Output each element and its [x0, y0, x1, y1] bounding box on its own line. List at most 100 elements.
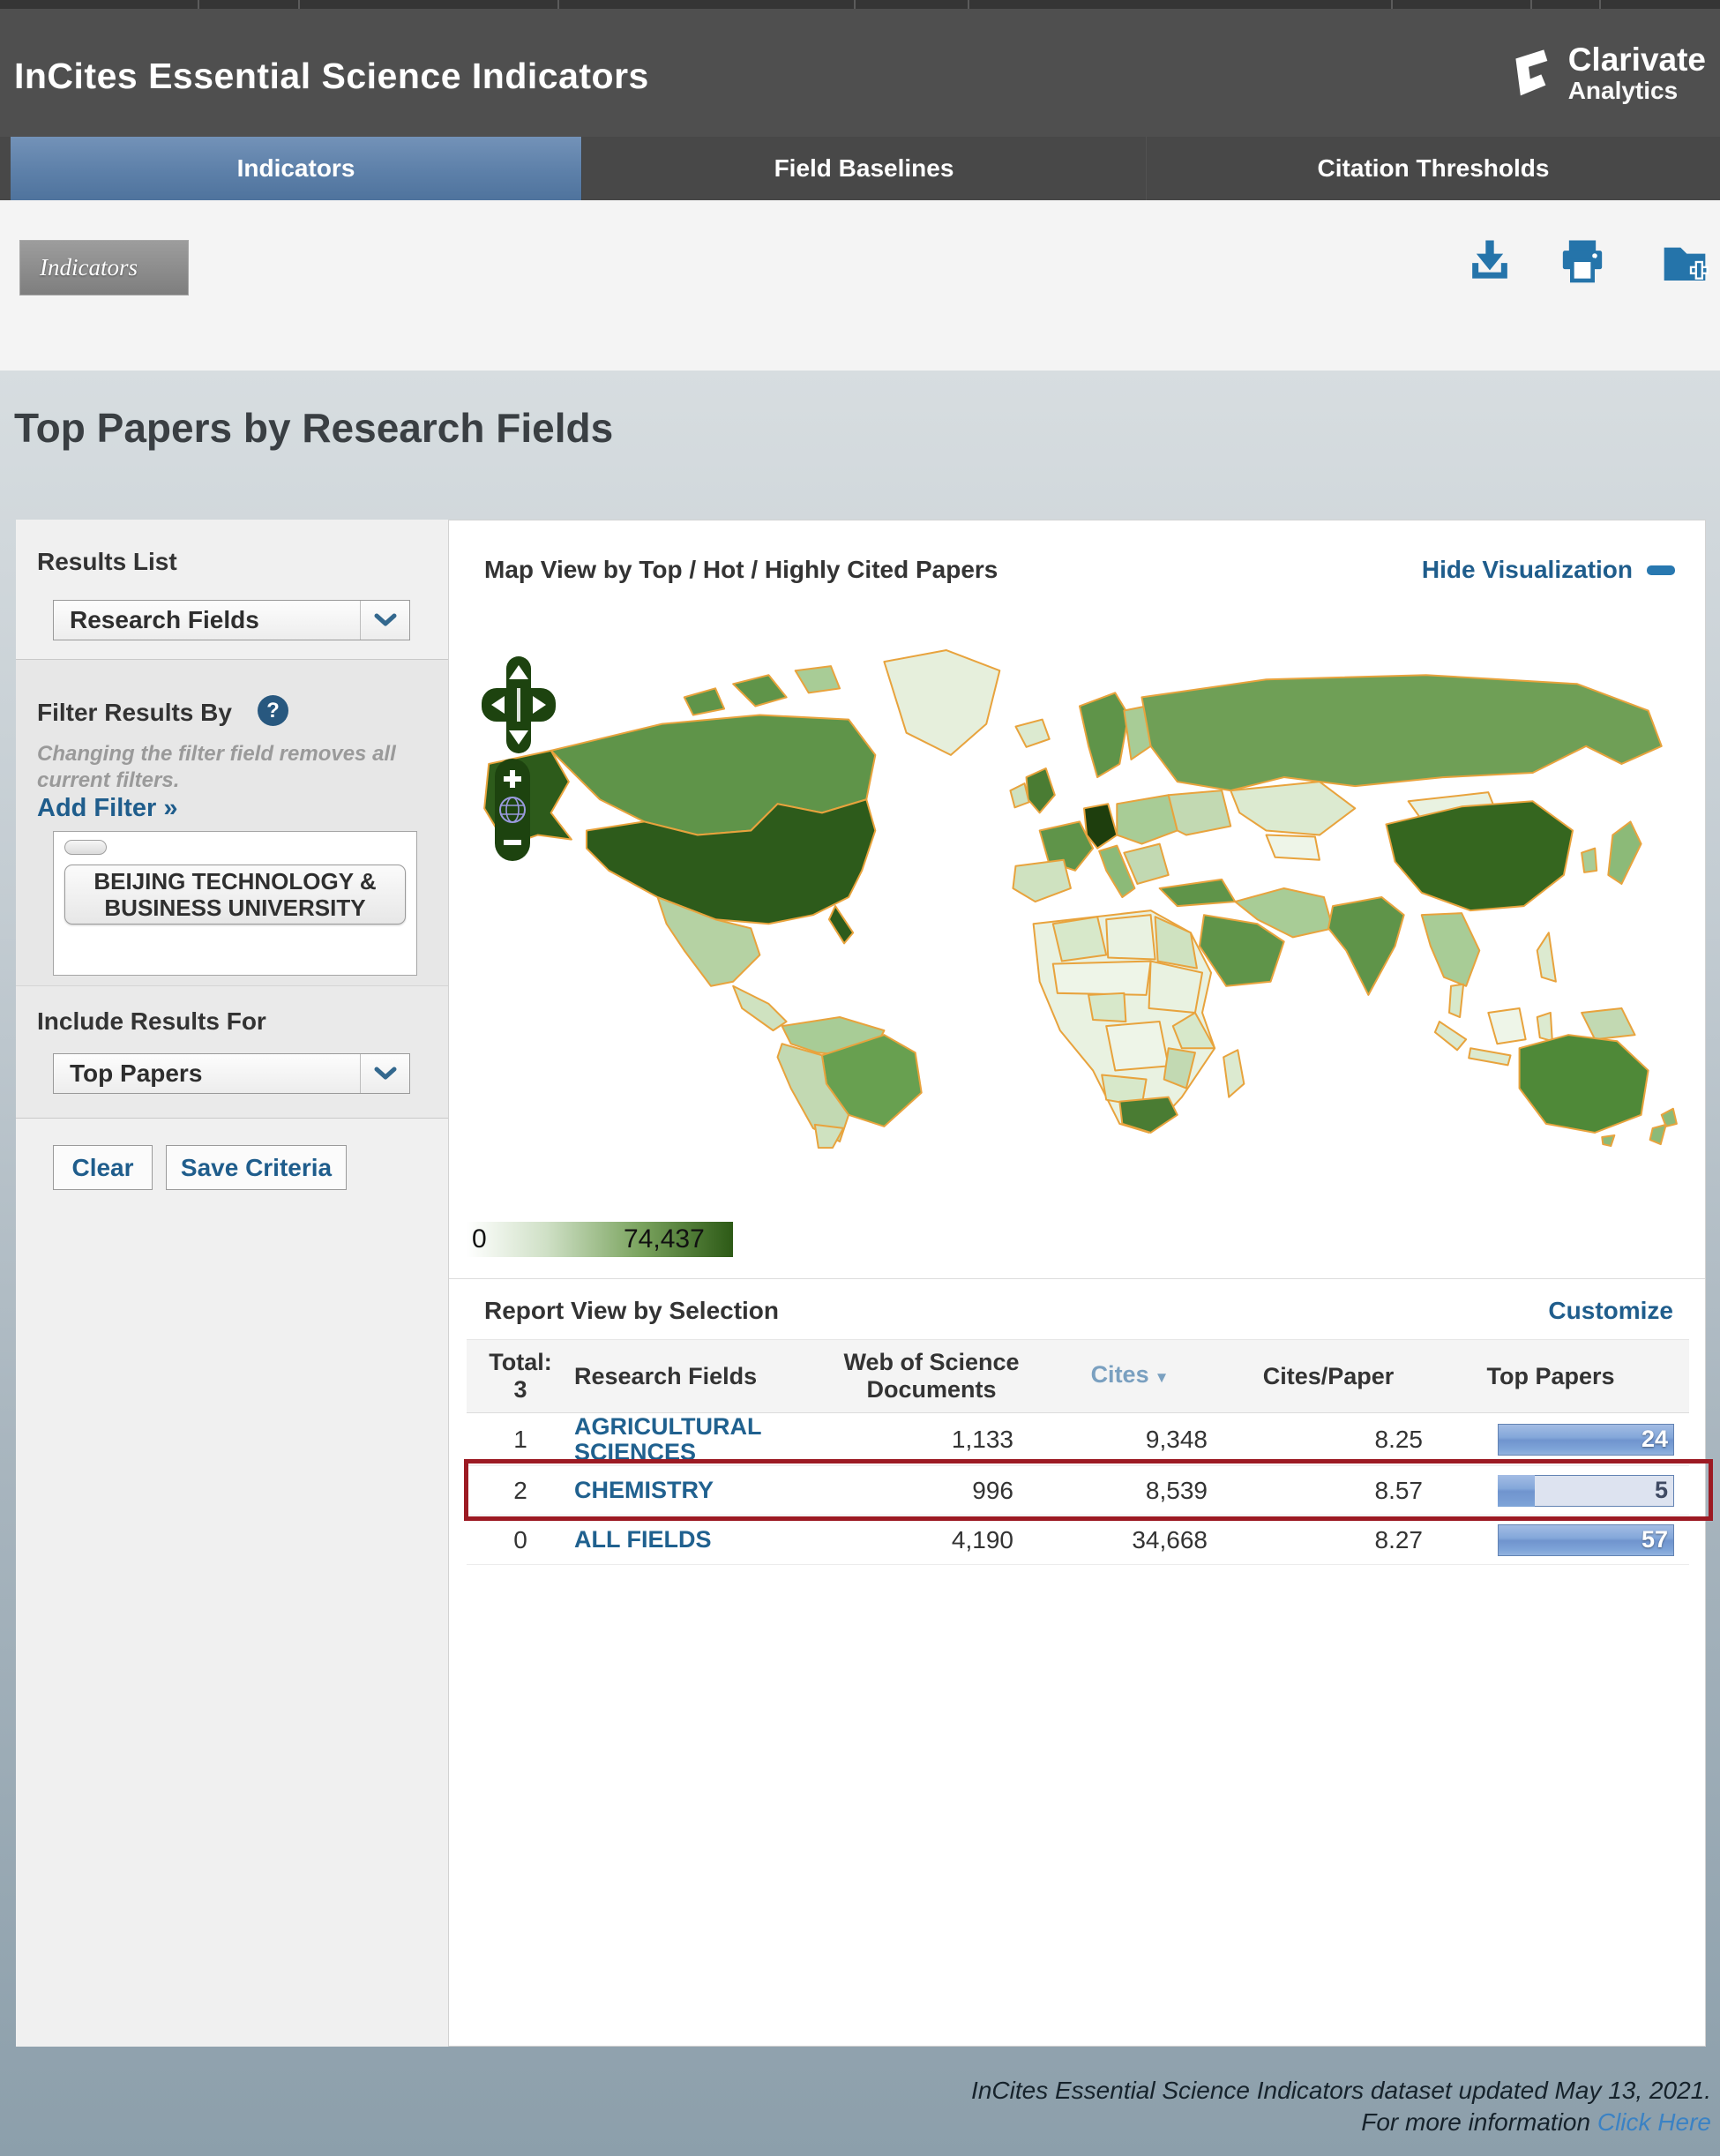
- clarivate-logo: Clarivate Analytics: [1508, 42, 1706, 104]
- total-value: 3: [513, 1376, 527, 1403]
- app-header: InCites Essential Science Indicators Cla…: [0, 9, 1720, 137]
- column-research-fields[interactable]: Research Fields: [574, 1363, 830, 1390]
- page-title: Top Papers by Research Fields: [14, 405, 614, 451]
- row-rank: 2: [513, 1476, 527, 1504]
- clear-button-label: Clear: [71, 1153, 134, 1181]
- row-cites: 8,539: [1145, 1476, 1208, 1504]
- table-header-row: Total: 3 Research Fields Web of Science …: [467, 1339, 1689, 1413]
- filter-heading: Filter Results By: [37, 699, 232, 726]
- include-results-value: Top Papers: [70, 1059, 203, 1087]
- table-row-highlighted: 2 CHEMISTRY 996 8,539 8.57 5: [467, 1466, 1689, 1516]
- esi-application-window: InCites Essential Science Indicators Cla…: [0, 0, 1720, 2156]
- legend-max: 74,437: [624, 1224, 705, 1254]
- bar-value: 24: [1641, 1425, 1668, 1452]
- hide-visualization-link[interactable]: Hide Visualization: [1422, 556, 1675, 584]
- save-criteria-button[interactable]: Save Criteria: [166, 1145, 347, 1190]
- row-cites: 34,668: [1132, 1525, 1208, 1553]
- logo-line2: Analytics: [1567, 77, 1679, 104]
- row-cites-paper: 8.27: [1374, 1525, 1424, 1553]
- field-link-all-fields[interactable]: ALL FIELDS: [574, 1527, 830, 1553]
- total-count: Total: 3: [467, 1349, 574, 1404]
- minus-icon: [1647, 565, 1675, 575]
- help-glyph: ?: [266, 698, 280, 722]
- map-zoom-control[interactable]: [495, 759, 530, 861]
- filter-item-button[interactable]: BEIJING TECHNOLOGY & BUSINESS UNIVERSITY: [64, 865, 406, 925]
- clarivate-logo-icon: [1515, 49, 1547, 96]
- column-wos-documents[interactable]: Web of Science Documents: [830, 1349, 1033, 1404]
- filter-section: Filter Results By ? Changing the filter …: [16, 659, 448, 985]
- table-row: 0 ALL FIELDS 4,190 34,668 8.27 57: [467, 1516, 1689, 1565]
- sort-desc-icon: ▼: [1154, 1369, 1170, 1386]
- filter-note-line1: Changing the filter field removes all: [37, 742, 396, 766]
- tab-citation-thresholds[interactable]: Citation Thresholds: [1147, 137, 1720, 200]
- field-link-agricultural-sciences[interactable]: AGRICULTURAL SCIENCES: [574, 1413, 830, 1465]
- tab-indicators-label: Indicators: [236, 154, 355, 182]
- more-info-text: For more information: [1361, 2108, 1597, 2136]
- column-cites-per-paper[interactable]: Cites/Paper: [1227, 1363, 1430, 1390]
- footer-note: InCites Essential Science Indicators dat…: [971, 2075, 1711, 2138]
- section-divider: [449, 1278, 1705, 1279]
- world-map-svg: [483, 649, 1678, 1149]
- print-icon[interactable]: [1558, 237, 1607, 287]
- field-link-chemistry[interactable]: CHEMISTRY: [574, 1478, 830, 1503]
- report-table: Total: 3 Research Fields Web of Science …: [467, 1339, 1689, 1565]
- bar-value: 5: [1654, 1476, 1668, 1503]
- row-cites-paper: 8.25: [1374, 1425, 1424, 1453]
- tab-indicators[interactable]: Indicators: [11, 137, 581, 200]
- chevron-down-icon: [360, 1054, 409, 1093]
- top-papers-bar: 24: [1498, 1423, 1674, 1456]
- active-filter-box: BEIJING TECHNOLOGY & BUSINESS UNIVERSITY: [53, 831, 417, 976]
- filter-note-line2: current filters.: [37, 768, 180, 792]
- column-top-papers[interactable]: Top Papers: [1430, 1363, 1671, 1390]
- breadcrumb[interactable]: Indicators: [19, 240, 189, 296]
- top-papers-bar: 57: [1498, 1523, 1674, 1556]
- folder-add-icon[interactable]: [1660, 237, 1709, 287]
- cites-label: Cites: [1090, 1361, 1149, 1388]
- table-row: 1 AGRICULTURAL SCIENCES 1,133 9,348 8.25…: [467, 1413, 1689, 1466]
- chevron-down-icon: [360, 601, 409, 640]
- customize-link[interactable]: Customize: [1548, 1297, 1673, 1325]
- tab-field-baselines[interactable]: Field Baselines: [581, 137, 1147, 200]
- total-label: Total:: [489, 1349, 552, 1375]
- map-legend: 0 74,437: [467, 1222, 733, 1257]
- bar-value: 57: [1641, 1525, 1668, 1553]
- save-criteria-label: Save Criteria: [180, 1153, 333, 1181]
- help-icon[interactable]: ?: [258, 695, 288, 726]
- filters-sidebar: Results List Research Fields Filter Resu…: [16, 520, 448, 2047]
- row-wos: 996: [972, 1476, 1013, 1504]
- column-cites-sorted[interactable]: Cites ▼: [1033, 1361, 1227, 1391]
- click-here-link[interactable]: Click Here: [1597, 2108, 1711, 2136]
- tab-field-baselines-label: Field Baselines: [774, 154, 954, 182]
- sidebar-actions-section: Clear Save Criteria: [16, 1118, 448, 2047]
- hide-visualization-label: Hide Visualization: [1421, 556, 1633, 583]
- main-panel: Map View by Top / Hot / Highly Cited Pap…: [448, 520, 1706, 2047]
- report-view-title: Report View by Selection: [484, 1297, 780, 1324]
- results-list-value: Research Fields: [70, 606, 259, 633]
- breadcrumb-label: Indicators: [40, 254, 138, 281]
- row-rank: 0: [513, 1525, 527, 1553]
- row-wos: 4,190: [951, 1525, 1013, 1553]
- map-view-title: Map View by Top / Hot / Highly Cited Pap…: [484, 556, 998, 583]
- world-choropleth-map[interactable]: [467, 619, 1693, 1166]
- download-icon[interactable]: [1465, 237, 1514, 287]
- row-cites: 9,348: [1145, 1425, 1208, 1453]
- dataset-updated-text: InCites Essential Science Indicators dat…: [971, 2077, 1711, 2104]
- include-results-label: Include Results For: [37, 1007, 266, 1035]
- row-rank: 1: [513, 1425, 527, 1453]
- app-title: InCites Essential Science Indicators: [14, 56, 649, 96]
- add-filter-link[interactable]: Add Filter »: [37, 794, 178, 823]
- results-list-select[interactable]: Research Fields: [53, 600, 410, 640]
- row-cites-paper: 8.57: [1374, 1476, 1424, 1504]
- window-top-strip: [0, 0, 1720, 9]
- include-results-section: Include Results For Top Papers: [16, 985, 448, 1118]
- legend-min: 0: [472, 1224, 487, 1254]
- primary-tabbar: Indicators Field Baselines Citation Thre…: [0, 137, 1720, 200]
- row-wos: 1,133: [951, 1425, 1013, 1453]
- map-pan-control[interactable]: [482, 656, 556, 753]
- filter-handle[interactable]: [64, 840, 107, 855]
- toolbar-band: Indicators: [0, 200, 1720, 371]
- include-results-select[interactable]: Top Papers: [53, 1053, 410, 1094]
- tab-citation-thresholds-label: Citation Thresholds: [1317, 154, 1550, 182]
- clear-button[interactable]: Clear: [53, 1145, 153, 1190]
- top-papers-bar: 5: [1498, 1474, 1674, 1507]
